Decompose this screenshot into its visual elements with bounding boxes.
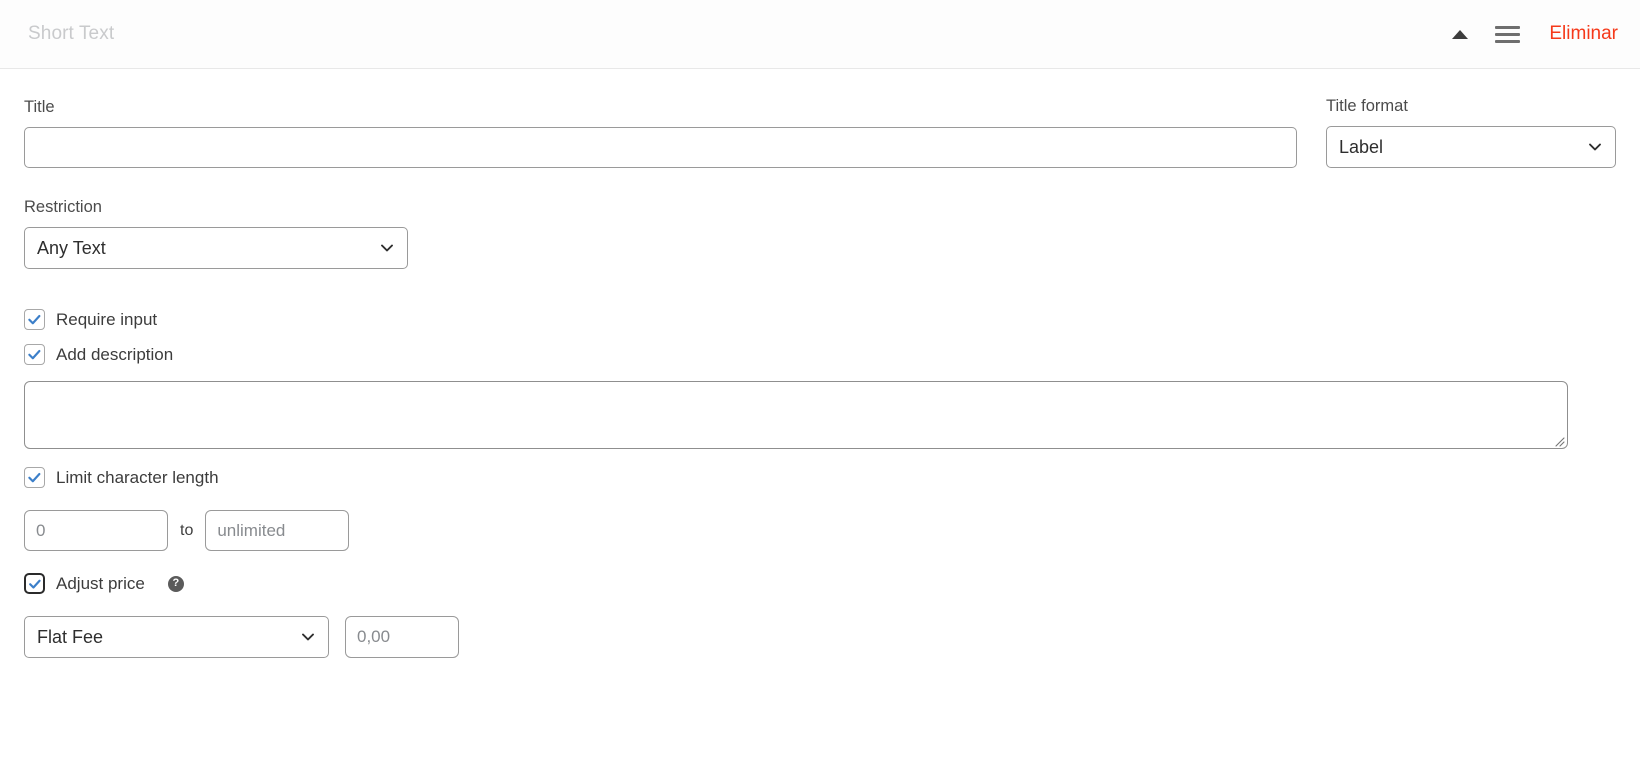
- description-textarea[interactable]: [24, 381, 1568, 449]
- price-type-select[interactable]: Flat Fee: [24, 616, 329, 658]
- require-input-label[interactable]: Require input: [56, 310, 157, 330]
- add-description-row[interactable]: Add description: [24, 344, 1616, 365]
- hamburger-menu-icon[interactable]: [1481, 14, 1533, 54]
- restriction-select[interactable]: Any Text: [24, 227, 408, 269]
- panel-header: Short Text Eliminar: [0, 0, 1640, 69]
- header-actions: Eliminar: [1439, 14, 1618, 54]
- restriction-label: Restriction: [24, 198, 102, 216]
- triangle-up-icon[interactable]: [1439, 14, 1481, 54]
- limit-character-length-row[interactable]: Limit character length: [24, 467, 1616, 488]
- require-input-row[interactable]: Require input: [24, 309, 1616, 330]
- price-amount-input[interactable]: [345, 616, 459, 658]
- panel-body: Title Title format Label Restriction Any…: [0, 69, 1640, 658]
- restriction-value: Any Text: [37, 237, 106, 258]
- adjust-price-checkbox[interactable]: [24, 573, 45, 594]
- length-separator-label: to: [180, 521, 194, 539]
- title-field-group: Title: [24, 98, 1297, 168]
- chevron-down-icon: [379, 240, 395, 256]
- length-max-input[interactable]: [205, 510, 350, 551]
- adjust-price-row[interactable]: Adjust price ?: [24, 573, 1616, 594]
- title-format-select[interactable]: Label: [1326, 126, 1616, 168]
- question-mark-icon[interactable]: ?: [167, 575, 184, 592]
- add-description-checkbox[interactable]: [24, 344, 45, 365]
- delete-button[interactable]: Eliminar: [1549, 23, 1618, 45]
- chevron-down-icon: [300, 629, 316, 645]
- panel-title: Short Text: [28, 23, 115, 44]
- require-input-checkbox[interactable]: [24, 309, 45, 330]
- title-format-label: Title format: [1326, 97, 1408, 115]
- chevron-down-icon: [1587, 139, 1603, 155]
- length-range-row: to: [24, 510, 1616, 551]
- length-min-input[interactable]: [24, 510, 168, 551]
- title-row: Title Title format Label: [24, 97, 1616, 168]
- restriction-group: Restriction Any Text: [24, 198, 1616, 269]
- price-type-value: Flat Fee: [37, 626, 104, 647]
- limit-character-length-checkbox[interactable]: [24, 467, 45, 488]
- adjust-price-label[interactable]: Adjust price: [56, 574, 145, 594]
- title-label: Title: [24, 98, 55, 116]
- limit-character-length-label[interactable]: Limit character length: [56, 468, 219, 488]
- add-description-label[interactable]: Add description: [56, 345, 173, 365]
- title-format-value: Label: [1339, 136, 1384, 157]
- title-format-group: Title format Label: [1326, 97, 1616, 168]
- price-row: Flat Fee: [24, 616, 1616, 658]
- description-textarea-wrap: [24, 381, 1568, 449]
- title-input[interactable]: [24, 127, 1297, 168]
